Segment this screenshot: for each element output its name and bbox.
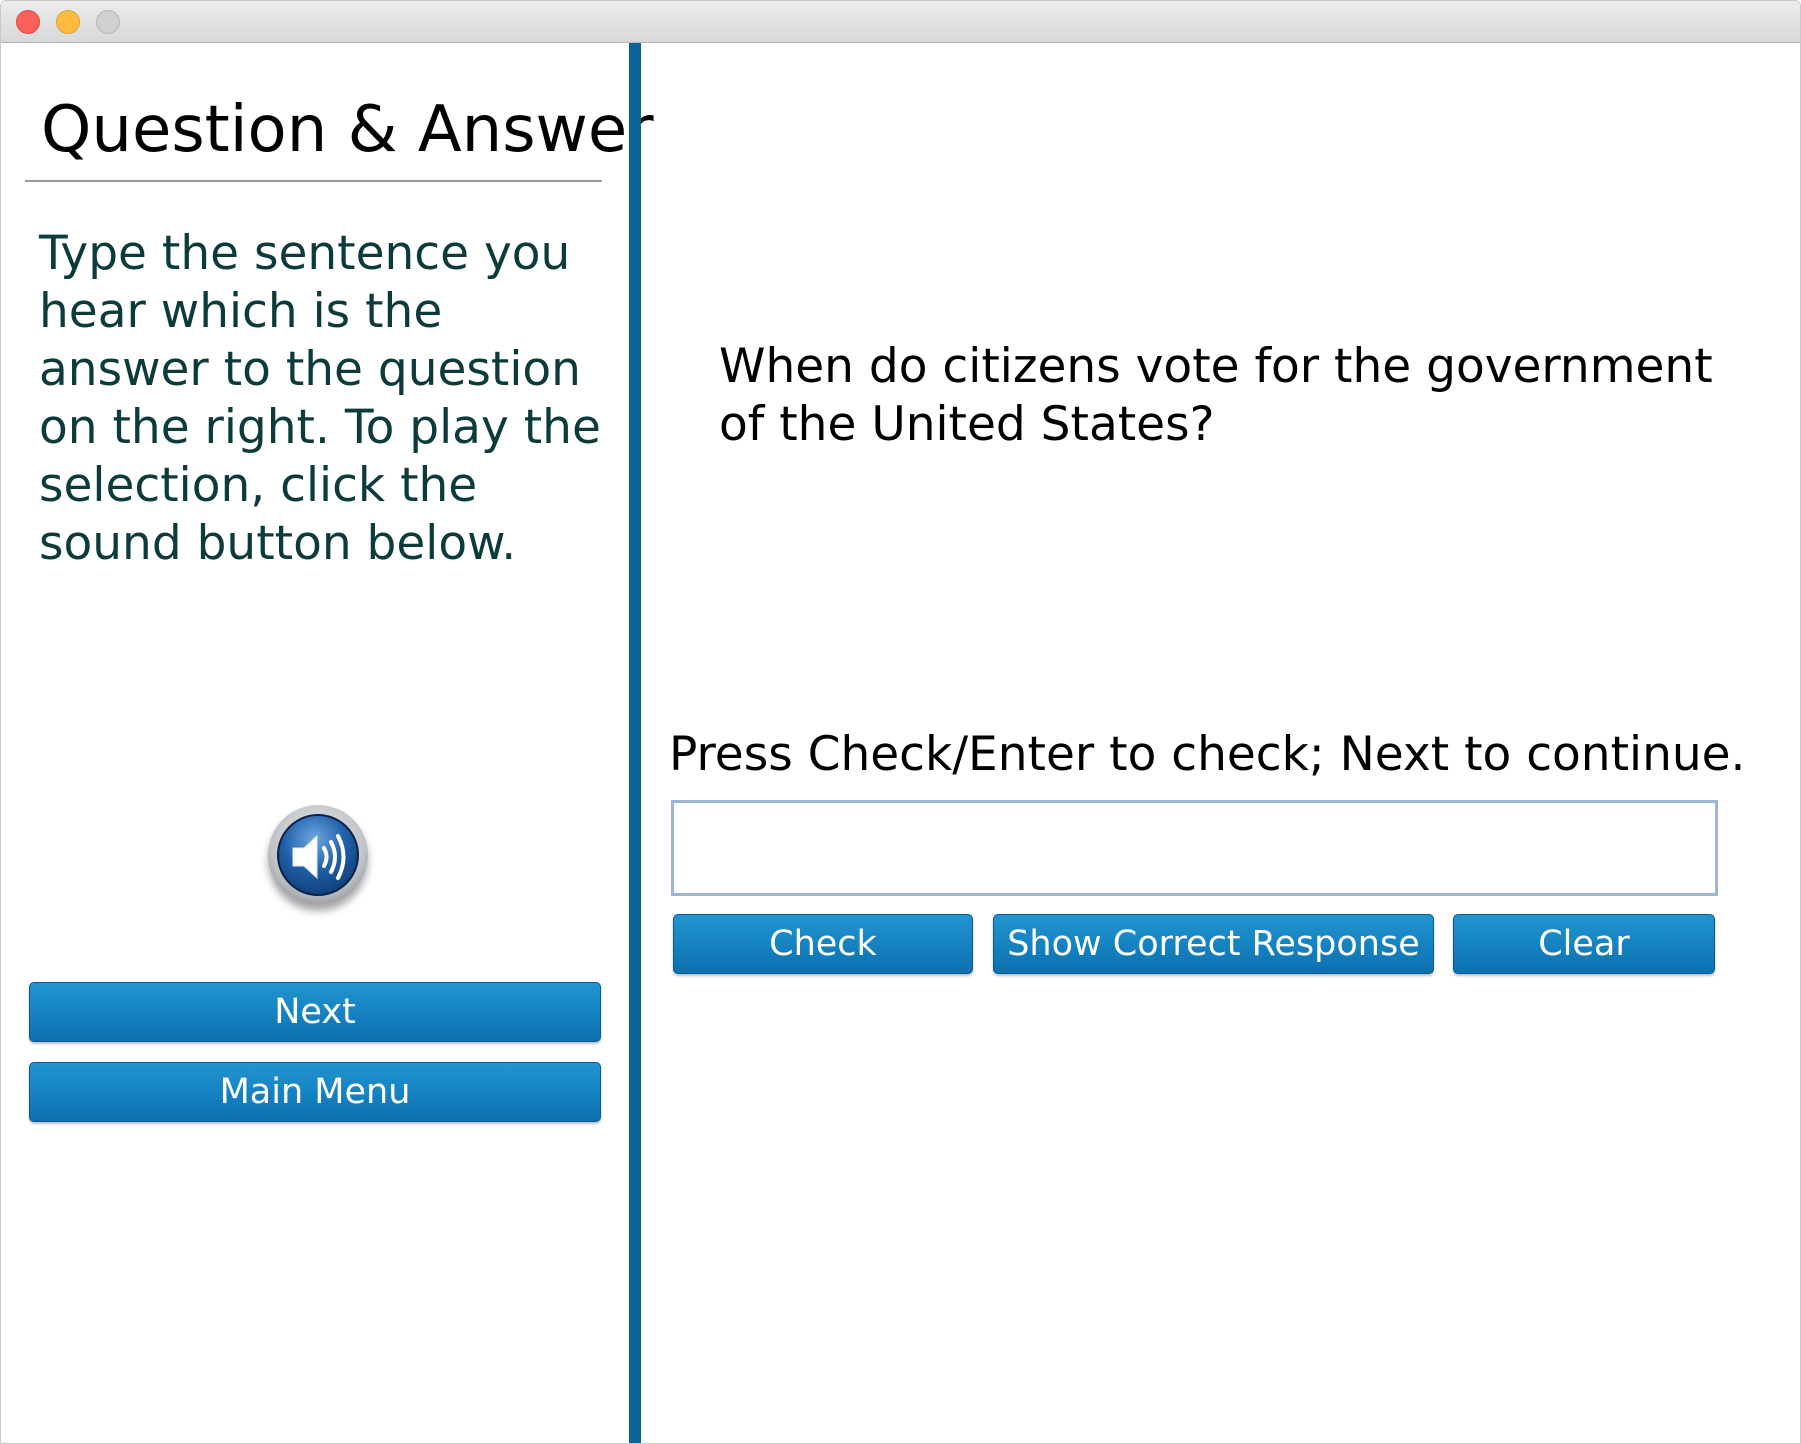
left-panel: Question & Answer Type the sentence you … (1, 43, 654, 1443)
check-button[interactable]: Check (673, 914, 973, 974)
show-correct-response-button[interactable]: Show Correct Response (993, 914, 1434, 974)
app-window: Question & Answer Type the sentence you … (0, 0, 1801, 1444)
minimize-window-button[interactable] (56, 10, 80, 34)
instructions-text: Type the sentence you hear which is the … (39, 226, 601, 571)
page-title: Question & Answer (41, 93, 654, 167)
title-divider (25, 180, 602, 182)
zoom-window-button[interactable] (96, 10, 120, 34)
close-window-button[interactable] (16, 10, 40, 34)
question-text: When do citizens vote for the government… (719, 339, 1713, 452)
right-panel: When do citizens vote for the government… (641, 43, 1800, 1443)
clear-button[interactable]: Clear (1453, 914, 1715, 974)
answer-input[interactable] (671, 800, 1718, 896)
speaker-icon (277, 814, 359, 896)
main-menu-button[interactable]: Main Menu (29, 1062, 601, 1122)
play-sound-button[interactable] (268, 805, 368, 905)
panel-divider (629, 43, 641, 1443)
check-prompt: Press Check/Enter to check; Next to cont… (669, 727, 1746, 782)
title-bar (1, 1, 1800, 43)
next-button[interactable]: Next (29, 982, 601, 1042)
